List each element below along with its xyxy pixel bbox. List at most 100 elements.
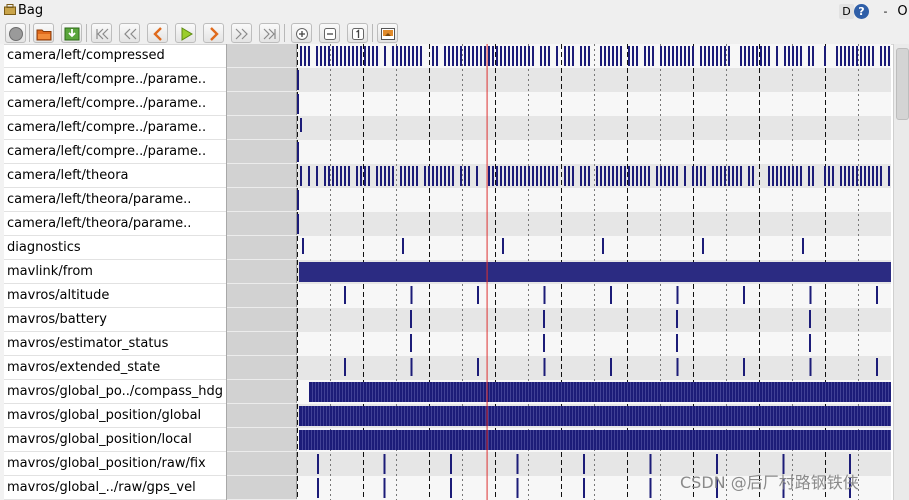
message-mark — [712, 46, 714, 66]
message-mark — [712, 166, 714, 186]
vertical-scrollbar[interactable] — [893, 44, 909, 500]
topic-name[interactable]: mavros/global_../raw/gps_vel — [4, 476, 226, 500]
topic-name[interactable]: diagnostics — [4, 236, 226, 260]
message-mark — [410, 334, 412, 352]
message-mark — [572, 430, 573, 450]
topic-name[interactable]: camera/left/compre../parame.. — [4, 68, 226, 92]
message-mark — [771, 382, 772, 402]
d-icon[interactable]: D — [839, 4, 854, 19]
message-mark — [591, 382, 592, 402]
message-mark — [556, 46, 558, 66]
message-mark — [809, 334, 811, 352]
topic-name[interactable]: camera/left/compressed — [4, 44, 226, 68]
message-mark — [628, 166, 630, 186]
zoom-out-button[interactable] — [319, 23, 340, 43]
message-mark — [360, 166, 362, 186]
message-mark — [455, 406, 456, 426]
topic-name[interactable]: mavros/global_po../compass_hdg — [4, 380, 226, 404]
message-mark — [798, 382, 799, 402]
message-mark — [575, 406, 576, 426]
message-mark — [876, 382, 877, 402]
save-bag-button[interactable] — [61, 23, 82, 43]
topic-name[interactable]: camera/left/compre../parame.. — [4, 140, 226, 164]
message-mark — [477, 286, 479, 304]
message-mark — [818, 406, 819, 426]
scrollbar-thumb[interactable] — [896, 48, 909, 120]
record-button[interactable] — [5, 23, 26, 43]
message-mark — [389, 406, 390, 426]
topic-name[interactable]: camera/left/theora/parame.. — [4, 212, 226, 236]
message-mark — [330, 382, 331, 402]
topic-name[interactable]: camera/left/compre../parame.. — [4, 116, 226, 140]
message-mark — [744, 46, 746, 66]
message-mark — [785, 430, 786, 450]
go-to-beginning-button[interactable] — [91, 23, 112, 43]
message-mark — [791, 430, 792, 450]
message-mark — [692, 406, 693, 426]
message-mark — [411, 382, 412, 402]
message-mark — [888, 46, 890, 66]
thumbnails-button[interactable] — [377, 23, 398, 43]
skip-to-end-icon — [263, 28, 276, 40]
gutter-row-separator — [227, 283, 298, 284]
message-mark — [509, 406, 510, 426]
topic-name[interactable]: mavros/global_position/local — [4, 428, 226, 452]
topic-name[interactable]: mavlink/from — [4, 260, 226, 284]
message-mark — [665, 430, 666, 450]
message-mark — [580, 46, 582, 66]
message-mark — [344, 358, 346, 376]
message-mark — [357, 382, 358, 402]
fast-forward-button[interactable] — [231, 23, 252, 43]
topic-name[interactable]: mavros/altitude — [4, 284, 226, 308]
message-mark — [500, 430, 501, 450]
message-mark — [410, 406, 411, 426]
rewind-button[interactable] — [119, 23, 140, 43]
message-mark — [803, 430, 804, 450]
message-mark — [846, 382, 847, 402]
load-bag-button[interactable] — [33, 23, 54, 43]
topic-name[interactable]: camera/left/compre../parame.. — [4, 92, 226, 116]
message-mark — [512, 430, 513, 450]
go-to-end-button[interactable] — [259, 23, 280, 43]
topic-name[interactable]: mavros/global_position/global — [4, 404, 226, 428]
message-mark — [494, 406, 495, 426]
topic-name[interactable]: mavros/global_position/raw/fix — [4, 452, 226, 476]
zoom-reset-button[interactable] — [347, 23, 368, 43]
message-mark — [521, 406, 522, 426]
message-mark — [870, 382, 871, 402]
help-icon[interactable]: ? — [854, 4, 869, 19]
timeline[interactable] — [297, 44, 891, 500]
message-mark — [455, 430, 456, 450]
message-mark — [768, 382, 769, 402]
message-mark — [516, 166, 518, 186]
message-mark — [676, 286, 679, 304]
topic-name[interactable]: camera/left/theora/parame.. — [4, 188, 226, 212]
message-mark — [543, 358, 546, 376]
zoom-in-button[interactable] — [291, 23, 312, 43]
step-forward-button[interactable] — [203, 23, 224, 43]
message-mark — [387, 382, 388, 402]
message-mark — [498, 382, 499, 402]
message-mark — [468, 166, 470, 186]
message-mark — [485, 430, 486, 450]
topic-name[interactable]: mavros/extended_state — [4, 356, 226, 380]
step-back-button[interactable] — [147, 23, 168, 43]
minimize-icon[interactable]: - — [878, 4, 893, 19]
timeline-canvas[interactable] — [297, 44, 891, 500]
close-icon[interactable]: O — [895, 4, 909, 19]
message-mark — [462, 382, 463, 402]
message-mark — [501, 382, 502, 402]
message-mark — [360, 46, 362, 66]
message-mark — [339, 382, 340, 402]
message-mark — [692, 430, 693, 450]
message-mark — [689, 430, 690, 450]
topic-name[interactable]: camera/left/theora — [4, 164, 226, 188]
message-mark — [653, 406, 654, 426]
message-mark — [588, 382, 589, 402]
topic-name[interactable]: mavros/estimator_status — [4, 332, 226, 356]
topic-name[interactable]: mavros/battery — [4, 308, 226, 332]
play-button[interactable] — [175, 23, 196, 43]
message-mark — [840, 46, 842, 66]
message-mark — [792, 46, 794, 66]
message-mark — [695, 406, 696, 426]
